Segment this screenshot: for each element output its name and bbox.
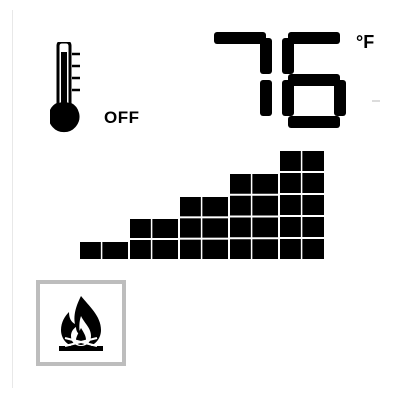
digit-segment — [288, 32, 340, 44]
level-bar-block — [80, 242, 128, 259]
digit-segment — [260, 38, 272, 74]
flame-icon — [59, 296, 103, 351]
level-bar-block — [130, 219, 178, 238]
level-bar-block — [130, 240, 178, 259]
digit-segment — [282, 38, 294, 74]
scroll-indicator — [372, 100, 380, 102]
thermostat-screen: OFF 76 °F — [0, 0, 396, 393]
level-bar-block — [180, 218, 228, 238]
level-bar-block — [230, 195, 278, 216]
digit-segment — [288, 116, 340, 128]
digit-segment — [214, 32, 266, 44]
frame-edge — [12, 10, 13, 388]
heat-mode-button[interactable] — [36, 280, 126, 366]
digit-segment — [288, 74, 340, 86]
thermometer-icon — [50, 42, 80, 133]
digit-segment — [260, 80, 272, 116]
level-bar-block — [230, 239, 278, 259]
level-bar-block — [180, 239, 228, 259]
level-bar-block — [230, 174, 278, 194]
mode-status: OFF — [104, 108, 140, 127]
level-bar-block — [180, 197, 228, 217]
digit-segment — [334, 80, 346, 116]
level-bars — [80, 150, 324, 260]
temperature-display: 76 — [214, 32, 346, 128]
level-bar-block — [230, 217, 278, 238]
temperature-unit: °F — [356, 32, 375, 52]
digit-segment — [282, 80, 294, 116]
